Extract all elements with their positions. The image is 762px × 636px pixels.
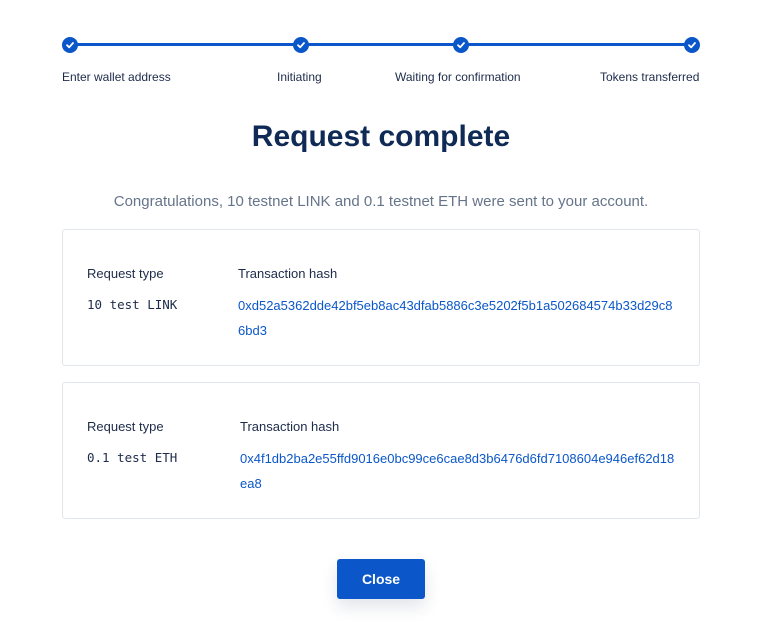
request-type-header: Request type: [87, 266, 164, 281]
page-title: Request complete: [251, 120, 511, 153]
step-label-enter-wallet: Enter wallet address: [62, 70, 171, 84]
transaction-hash-header: Transaction hash: [238, 266, 338, 281]
success-message: Congratulations, 10 testnet LINK and 0.1…: [113, 193, 649, 210]
transaction-hash-header: Transaction hash: [240, 419, 340, 434]
step-4-check-icon: [684, 37, 700, 53]
request-card: Request type Transaction hash 10 test LI…: [62, 229, 700, 366]
close-button[interactable]: Close: [337, 559, 425, 599]
step-2-check-icon: [293, 37, 309, 53]
transaction-hash-link[interactable]: 0x4f1db2ba2e55ffd9016e0bc99ce6cae8d3b647…: [240, 446, 678, 496]
step-3-check-icon: [453, 37, 469, 53]
request-type-value: 10 test LINK: [87, 297, 178, 312]
request-type-header: Request type: [87, 419, 164, 434]
step-label-waiting: Waiting for confirmation: [395, 70, 521, 84]
stepper-track: [70, 43, 692, 46]
step-label-initiating: Initiating: [277, 70, 322, 84]
request-type-value: 0.1 test ETH: [87, 450, 178, 465]
transaction-hash-link[interactable]: 0xd52a5362dde42bf5eb8ac43dfab5886c3e5202…: [238, 293, 674, 343]
request-card: Request type Transaction hash 0.1 test E…: [62, 382, 700, 519]
request-complete-page: Enter wallet address Initiating Waiting …: [0, 0, 762, 636]
step-label-transferred: Tokens transferred: [600, 70, 700, 84]
step-1-check-icon: [62, 37, 78, 53]
